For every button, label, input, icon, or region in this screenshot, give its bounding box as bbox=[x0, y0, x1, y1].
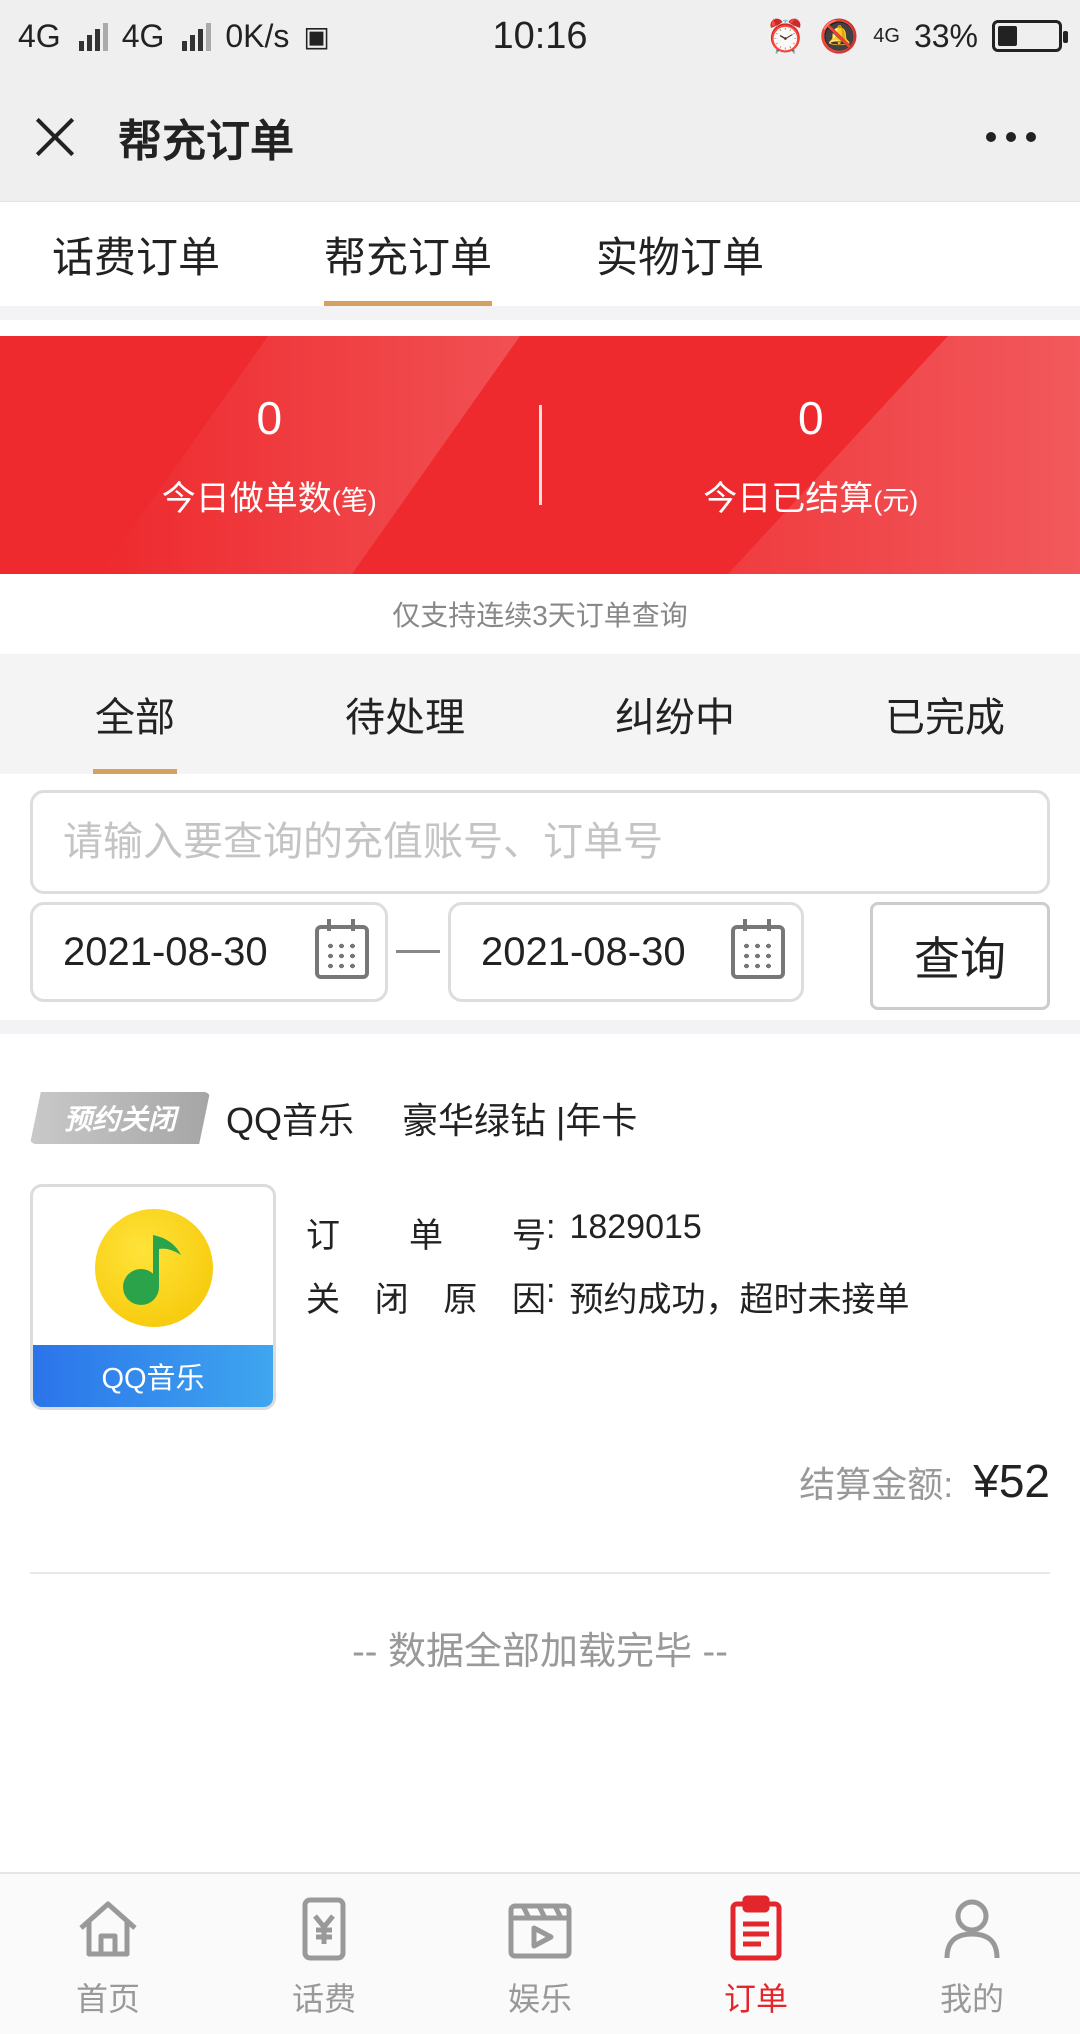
today-settled-label: 今日已结算 bbox=[703, 479, 874, 518]
today-settled-value: 0 bbox=[797, 391, 824, 444]
today-settled-stat: 0 今日已结算(元) bbox=[542, 336, 1080, 574]
qq-music-icon bbox=[95, 1209, 213, 1327]
net-speed: 0K/s bbox=[225, 17, 290, 54]
stats-banner: 0 今日做单数(笔) 0 今日已结算(元) bbox=[0, 336, 1080, 574]
settlement-value: ¥52 bbox=[973, 1455, 1050, 1507]
tab-all[interactable]: 全部 bbox=[0, 654, 270, 774]
phone-bill-icon bbox=[302, 1897, 346, 1961]
settlement-amount: 结算金额: ¥52 bbox=[799, 1454, 1050, 1508]
status-filter-tabs: 全部 待处理 纠纷中 已完成 bbox=[0, 654, 1080, 774]
user-icon bbox=[944, 1899, 1000, 1959]
network-label: 4G bbox=[121, 17, 165, 54]
close-icon[interactable] bbox=[34, 116, 76, 158]
signal-icon bbox=[78, 21, 108, 51]
signal-icon bbox=[182, 21, 212, 51]
order-header: 预约关闭 QQ音乐 豪华绿钻 |年卡 bbox=[30, 1092, 637, 1144]
order-number-label: 订单号 bbox=[306, 1217, 546, 1255]
product-name: QQ音乐 bbox=[226, 1100, 355, 1141]
tab-phone-bill-orders[interactable]: 话费订单 bbox=[52, 202, 220, 306]
close-reason-row: 关闭原因 : 预约成功，超时未接单 bbox=[306, 1272, 910, 1319]
card-divider bbox=[30, 1572, 1050, 1574]
play-video-icon bbox=[508, 1903, 572, 1959]
bottom-nav: 首页 话费 娱乐 订单 我的 bbox=[0, 1872, 1080, 2034]
nav-label: 话费 bbox=[291, 1981, 356, 2017]
nav-home[interactable]: 首页 bbox=[0, 1874, 216, 2034]
page-title: 帮充订单 bbox=[118, 116, 294, 166]
end-date-picker[interactable]: 2021-08-30 bbox=[448, 902, 804, 1002]
end-date-value: 2021-08-30 bbox=[481, 929, 686, 974]
nav-orders[interactable]: 订单 bbox=[648, 1874, 864, 2034]
today-orders-label: 今日做单数 bbox=[161, 479, 332, 518]
product-spec: 豪华绿钻 |年卡 bbox=[402, 1100, 638, 1141]
today-orders-value: 0 bbox=[256, 391, 283, 444]
start-date-picker[interactable]: 2021-08-30 bbox=[30, 902, 388, 1002]
search-input[interactable] bbox=[30, 790, 1050, 894]
close-reason-value: 预约成功，超时未接单 bbox=[569, 1281, 910, 1319]
network-label: 4G bbox=[873, 24, 900, 47]
clipboard-icon bbox=[730, 1895, 782, 1961]
title-bar: 帮充订单 bbox=[0, 72, 1080, 202]
settlement-label: 结算金额: bbox=[799, 1464, 954, 1505]
close-reason-label: 关闭原因 bbox=[306, 1281, 546, 1319]
tab-completed[interactable]: 已完成 bbox=[810, 654, 1080, 774]
alarm-icon: ⏰ bbox=[765, 18, 806, 54]
nav-label: 首页 bbox=[75, 1981, 140, 2017]
tab-physical-orders[interactable]: 实物订单 bbox=[596, 202, 764, 306]
battery-percent: 33% bbox=[913, 17, 978, 54]
tab-recharge-orders[interactable]: 帮充订单 bbox=[324, 202, 493, 306]
today-orders-stat: 0 今日做单数(笔) bbox=[0, 336, 539, 574]
product-logo: QQ音乐 bbox=[30, 1184, 276, 1410]
battery-icon bbox=[992, 20, 1068, 52]
date-range-separator bbox=[396, 950, 440, 953]
network-label: 4G bbox=[18, 17, 61, 54]
mute-icon: 🔕 bbox=[819, 18, 860, 54]
load-complete-text: -- 数据全部加载完毕 -- bbox=[352, 1631, 728, 1673]
nav-phone-bill[interactable]: 话费 bbox=[216, 1874, 432, 2034]
status-badge: 预约关闭 bbox=[30, 1092, 210, 1144]
nav-label: 娱乐 bbox=[507, 1981, 572, 2017]
order-number-value: 1829015 bbox=[569, 1208, 702, 1246]
calendar-icon bbox=[315, 919, 369, 979]
tab-pending[interactable]: 待处理 bbox=[270, 654, 540, 774]
home-icon bbox=[79, 1901, 137, 1957]
today-orders-unit: (笔) bbox=[331, 485, 377, 516]
order-number-row: 订单号 : 1829015 bbox=[306, 1208, 702, 1255]
nav-entertainment[interactable]: 娱乐 bbox=[432, 1874, 648, 2034]
logo-label: QQ音乐 bbox=[33, 1345, 273, 1407]
nav-label: 订单 bbox=[723, 1981, 788, 2017]
order-type-tabs: 话费订单 帮充订单 实物订单 bbox=[0, 202, 1080, 320]
status-bar: 4G 4G 0K/s ▣ 10:16 ⏰ 🔕 4G 33% bbox=[0, 0, 1080, 72]
search-button[interactable]: 查询 bbox=[870, 902, 1050, 1010]
order-card[interactable]: 预约关闭 QQ音乐 豪华绿钻 |年卡 QQ音乐 订单号 : 1829015 关闭… bbox=[0, 1034, 1080, 1574]
notification-icon: ▣ bbox=[303, 20, 330, 52]
search-area: 2021-08-30 2021-08-30 查询 bbox=[0, 774, 1080, 1034]
calendar-icon bbox=[731, 919, 785, 979]
tab-disputed[interactable]: 纠纷中 bbox=[540, 654, 810, 774]
query-notice: 仅支持连续3天订单查询 bbox=[0, 574, 1080, 654]
more-options-icon[interactable] bbox=[976, 122, 1046, 152]
nav-label: 我的 bbox=[939, 1981, 1004, 2017]
nav-mine[interactable]: 我的 bbox=[864, 1874, 1080, 2034]
start-date-value: 2021-08-30 bbox=[63, 929, 268, 974]
today-settled-unit: (元) bbox=[873, 485, 919, 516]
